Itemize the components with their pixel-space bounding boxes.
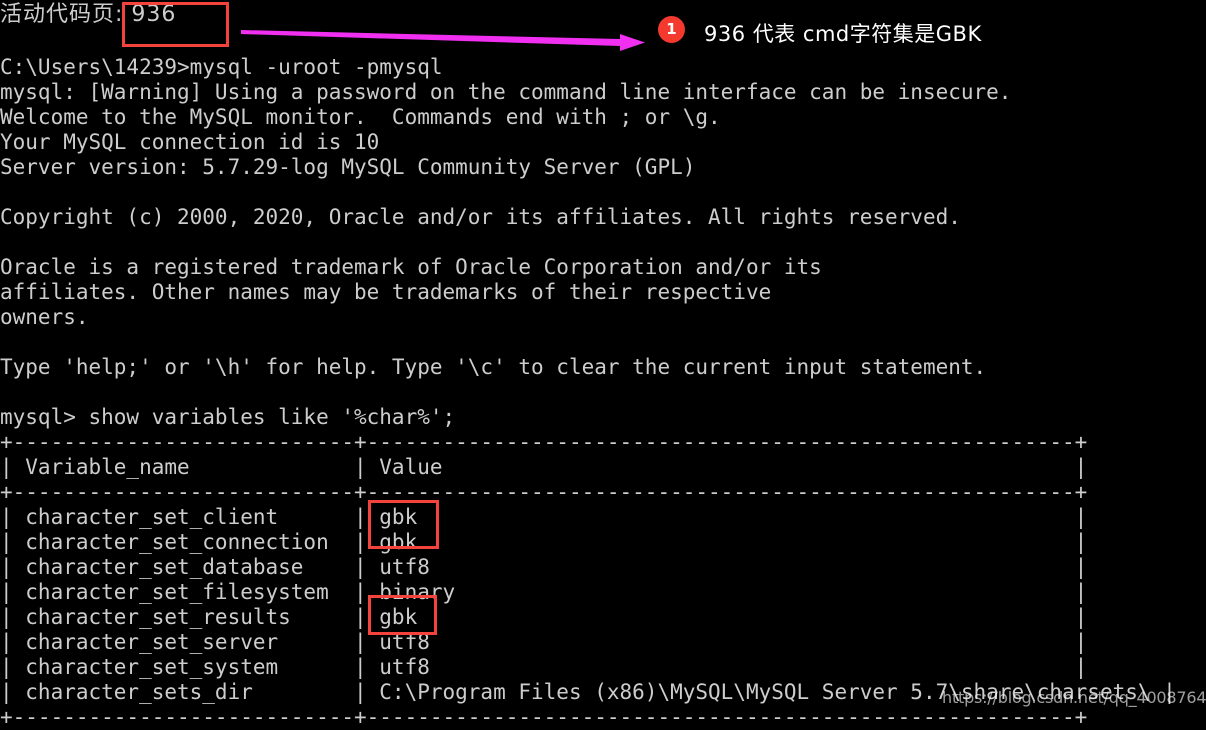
console-line: affiliates. Other names may be trademark… [0, 280, 772, 304]
console-line: | character_set_server | utf8 | [0, 630, 1088, 654]
console-line: owners. [0, 305, 89, 329]
console-line: Oracle is a registered trademark of Orac… [0, 255, 822, 279]
console-line: +---------------------------+-----------… [0, 480, 1088, 504]
console-line: mysql: [Warning] Using a password on the… [0, 80, 1012, 104]
console-line: | character_set_system | utf8 | [0, 655, 1088, 679]
callout-badge-1: 1 [658, 16, 685, 43]
console-line: Your MySQL connection id is 10 [0, 130, 380, 154]
console-line: C:\Users\14239>mysql -uroot -pmysql [0, 55, 443, 79]
console-line: +---------------------------+-----------… [0, 430, 1088, 454]
console-line: Type 'help;' or '\h' for help. Type '\c'… [0, 355, 987, 379]
console-output: 活动代码页: 936 C:\Users\14239>mysql -uroot -… [0, 0, 1206, 729]
site-watermark: https://blog.csdn.net/qq_40087648 [942, 688, 1206, 707]
console-line: | Variable_name | Value | [0, 455, 1088, 479]
console-line: Copyright (c) 2000, 2020, Oracle and/or … [0, 205, 961, 229]
console-line: mysql> show variables like '%char%'; [0, 405, 456, 429]
console-line: | character_set_results | gbk | [0, 605, 1088, 629]
console-line: | character_set_client | gbk | [0, 505, 1088, 529]
console-line: Welcome to the MySQL monitor. Commands e… [0, 105, 721, 129]
console-line: | character_set_database | utf8 | [0, 555, 1088, 579]
callout-label: 936 代表 cmd字符集是GBK [704, 22, 982, 46]
console-line: +---------------------------+-----------… [0, 705, 1088, 729]
console-line: | character_set_connection | gbk | [0, 530, 1088, 554]
console-line: Server version: 5.7.29-log MySQL Communi… [0, 155, 696, 179]
active-codepage-line: 活动代码页: 936 [0, 2, 177, 27]
console-line: | character_set_filesystem | binary | [0, 580, 1088, 604]
